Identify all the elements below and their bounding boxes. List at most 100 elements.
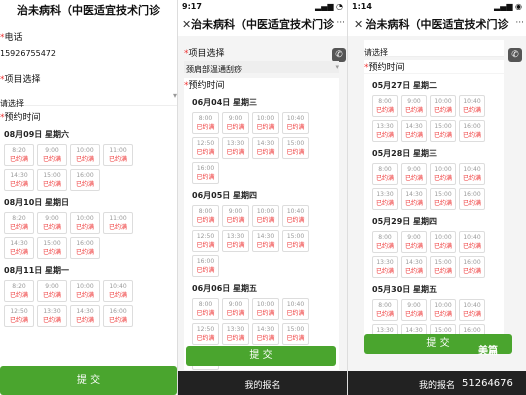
time-slot[interactable]: 10:00 已约满 (70, 280, 100, 302)
time-slot[interactable]: 10:00 已约满 (430, 299, 456, 321)
time-slot[interactable]: 9:00 已约满 (401, 163, 427, 185)
time-slot[interactable]: 8:00 已约满 (372, 231, 398, 253)
time-slot[interactable]: 10:40 已约满 (282, 112, 309, 134)
time-slot[interactable]: 10:00 已约满 (252, 298, 279, 320)
time-slot[interactable]: 10:40 已约满 (459, 95, 485, 117)
time-slot[interactable]: 15:00 已约满 (430, 188, 456, 210)
time-slot[interactable]: 16:00 已约满 (70, 169, 100, 191)
time-slot[interactable]: 12:50 已约满 (4, 305, 34, 327)
time-slot[interactable]: 14:30 已约满 (4, 237, 34, 259)
time-slot[interactable]: 16:00 已约满 (192, 162, 219, 184)
close-icon[interactable]: ✕ (182, 18, 191, 31)
item-select[interactable]: 请选择 (364, 40, 504, 57)
time-slot[interactable]: 9:00 已约满 (401, 95, 427, 117)
time-slot[interactable]: 10:00 已约满 (252, 112, 279, 134)
time-slot[interactable]: 10:00 已约满 (430, 163, 456, 185)
time-slot[interactable]: 8:00 已约满 (192, 112, 219, 134)
time-slot[interactable]: 16:00 已约满 (103, 305, 133, 327)
time-slot[interactable]: 14:30 已约满 (70, 305, 100, 327)
time-slot[interactable]: 11:00 已约满 (103, 144, 133, 166)
time-slot[interactable]: 12:50 已约满 (192, 230, 219, 252)
time-slot-status: 已约满 (42, 317, 61, 324)
close-icon[interactable]: ✕ (354, 18, 363, 31)
time-slot[interactable]: 9:00 已约满 (37, 280, 67, 302)
time-slot[interactable]: 16:00 已约满 (459, 120, 485, 142)
time-slot[interactable]: 10:00 已约满 (430, 231, 456, 253)
time-slot[interactable]: 15:00 已约满 (282, 230, 309, 252)
signal-icon: ▂▄▆ ◉ (494, 2, 522, 11)
time-slot[interactable]: 14:30 已约满 (252, 137, 279, 159)
item-select[interactable]: 颈肩部温通刮痧 ▾ (184, 61, 339, 74)
tab-my-registrations[interactable]: 我的报名 (244, 381, 280, 391)
time-slot-time: 10:00 (434, 166, 452, 173)
time-slot[interactable]: 10:40 已约满 (459, 163, 485, 185)
time-slot[interactable]: 9:00 已约满 (37, 212, 67, 234)
time-slot[interactable]: 8:00 已约满 (372, 95, 398, 117)
time-slot[interactable]: 10:40 已约满 (282, 298, 309, 320)
time-slot[interactable]: 10:40 已约满 (459, 231, 485, 253)
time-slot[interactable]: 10:40 已约满 (282, 205, 309, 227)
time-slot[interactable]: 13:30 已约满 (222, 323, 249, 345)
slot-day-heading: 08月10日 星期日 (4, 198, 70, 207)
time-slot[interactable]: 16:00 已约满 (70, 237, 100, 259)
time-slot[interactable]: 9:00 已约满 (401, 231, 427, 253)
tab-my-registrations[interactable]: 我的报名 (419, 381, 455, 391)
time-slot-time: 12:50 (10, 308, 28, 315)
phone-icon[interactable]: ✆ (508, 48, 522, 62)
time-slot[interactable]: 13:30 已约满 (222, 230, 249, 252)
submit-button[interactable]: 提 交 (0, 366, 177, 395)
time-slot[interactable]: 15:00 已约满 (430, 256, 456, 278)
time-slot[interactable]: 12:50 已约满 (192, 323, 219, 345)
time-slot[interactable]: 15:00 已约满 (282, 137, 309, 159)
time-slot[interactable]: 16:00 已约满 (192, 255, 219, 277)
time-slot[interactable]: 15:00 已约满 (37, 237, 67, 259)
time-slot[interactable]: 9:00 已约满 (401, 299, 427, 321)
time-slot[interactable]: 8:00 已约满 (192, 205, 219, 227)
time-slot[interactable]: 14:30 已约满 (401, 120, 427, 142)
time-slot-status: 已约满 (9, 249, 28, 256)
time-slot[interactable]: 8:20 已约满 (4, 212, 34, 234)
time-slot[interactable]: 9:00 已约满 (222, 298, 249, 320)
time-slot[interactable]: 12:50 已约满 (192, 137, 219, 159)
time-slot[interactable]: 9:00 已约满 (222, 205, 249, 227)
time-slot[interactable]: 9:00 已约满 (37, 144, 67, 166)
time-slot[interactable]: 13:30 已约满 (372, 256, 398, 278)
time-slot-status: 已约满 (433, 175, 452, 182)
time-slot[interactable]: 8:20 已约满 (4, 144, 34, 166)
submit-button[interactable]: 提 交 (186, 346, 336, 366)
time-slot-status: 已约满 (433, 311, 452, 318)
time-slot[interactable]: 13:30 已约满 (37, 305, 67, 327)
time-slot[interactable]: 8:00 已约满 (372, 163, 398, 185)
time-slot[interactable]: 13:30 已约满 (372, 188, 398, 210)
time-slot[interactable]: 14:30 已约满 (401, 256, 427, 278)
time-slot-status: 已约满 (462, 200, 481, 207)
time-slot[interactable]: 16:00 已约满 (459, 188, 485, 210)
time-slot[interactable]: 10:40 已约满 (459, 299, 485, 321)
time-slot[interactable]: 8:00 已约满 (192, 298, 219, 320)
time-slot[interactable]: 14:30 已约满 (401, 188, 427, 210)
more-icon[interactable]: ··· (336, 18, 345, 28)
item-select[interactable]: 请选择 ▾ (0, 91, 177, 108)
more-icon[interactable]: ··· (515, 18, 524, 28)
time-slot[interactable]: 14:30 已约满 (252, 230, 279, 252)
phone-field[interactable]: 15926755472 (0, 49, 177, 58)
time-slot[interactable]: 9:00 已约满 (222, 112, 249, 134)
time-slot[interactable]: 10:00 已约满 (70, 212, 100, 234)
time-slot[interactable]: 8:00 已约满 (372, 299, 398, 321)
time-slot[interactable]: 14:30 已约满 (252, 323, 279, 345)
time-slot[interactable]: 10:00 已约满 (70, 144, 100, 166)
time-slot[interactable]: 10:40 已约满 (103, 280, 133, 302)
time-slot-time: 13:30 (376, 123, 394, 130)
time-slot[interactable]: 10:00 已约满 (252, 205, 279, 227)
time-slot[interactable]: 13:30 已约满 (372, 120, 398, 142)
time-slot[interactable]: 14:30 已约满 (4, 169, 34, 191)
time-slot[interactable]: 16:00 已约满 (459, 256, 485, 278)
time-slot[interactable]: 15:00 已约满 (430, 120, 456, 142)
time-slot[interactable]: 15:00 已约满 (37, 169, 67, 191)
time-slot[interactable]: 15:00 已约满 (282, 323, 309, 345)
time-slot[interactable]: 11:00 已约满 (103, 212, 133, 234)
time-slot[interactable]: 13:30 已约满 (222, 137, 249, 159)
time-slot[interactable]: 10:00 已约满 (430, 95, 456, 117)
time-slot[interactable]: 8:20 已约满 (4, 280, 34, 302)
bottom-tab-bar: 我的报名 (178, 371, 347, 395)
